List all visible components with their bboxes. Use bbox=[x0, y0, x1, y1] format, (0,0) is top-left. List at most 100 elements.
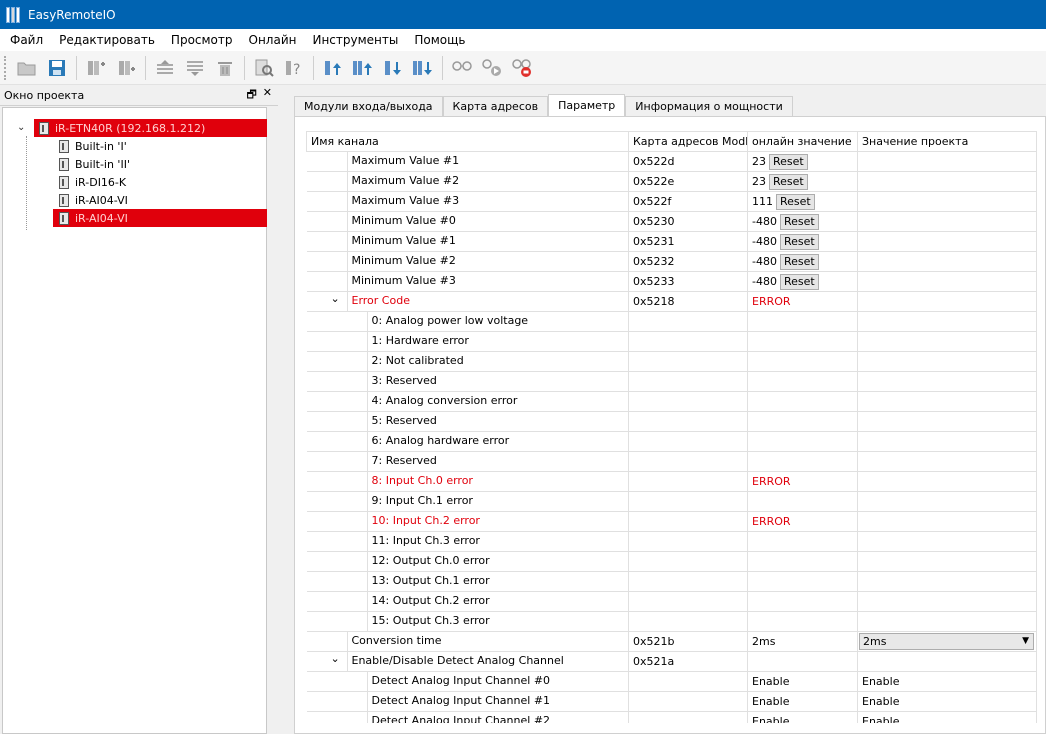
table-row[interactable]: 4: Analog conversion error bbox=[306, 391, 1037, 412]
save-icon[interactable] bbox=[44, 55, 70, 81]
table-row[interactable]: Detect Analog Input Channel #0 Enable Enab… bbox=[306, 671, 1037, 692]
table-row[interactable]: ⌄ Enable/Disable Detect Analog Channel 0x5… bbox=[306, 651, 1037, 672]
connect-icon[interactable] bbox=[449, 55, 475, 81]
table-row[interactable]: 10: Input Ch.2 error ERROR bbox=[306, 511, 1037, 532]
tab-address-map[interactable]: Карта адресов bbox=[442, 96, 549, 116]
unknown-device-icon[interactable]: ? bbox=[281, 55, 307, 81]
chevron-down-icon[interactable]: ⌄ bbox=[331, 652, 340, 666]
menu-tools[interactable]: Инструменты bbox=[304, 29, 406, 51]
table-row[interactable]: 6: Analog hardware error bbox=[306, 431, 1037, 452]
move-down-icon[interactable] bbox=[182, 55, 208, 81]
table-row[interactable]: Maximum Value #2 0x522e 23 Reset bbox=[306, 171, 1037, 192]
device-icon bbox=[59, 157, 69, 171]
table-row[interactable]: Maximum Value #1 0x522d 23 Reset bbox=[306, 151, 1037, 172]
table-row[interactable]: Minimum Value #1 0x5231 -480 Reset bbox=[306, 231, 1037, 252]
table-row[interactable]: 13: Output Ch.1 error bbox=[306, 571, 1037, 592]
open-folder-icon[interactable] bbox=[14, 55, 40, 81]
column-header-channel-name[interactable]: Имя канала bbox=[306, 131, 629, 152]
chevron-down-icon[interactable]: ⌄ bbox=[331, 292, 340, 306]
column-header-online-value[interactable]: онлайн значение bbox=[747, 131, 858, 152]
table-row[interactable]: 15: Output Ch.3 error bbox=[306, 611, 1037, 632]
channel-name-cell: 10: Input Ch.2 error bbox=[306, 511, 629, 532]
disconnect-icon[interactable] bbox=[509, 55, 535, 81]
modbus-address-cell bbox=[628, 431, 748, 452]
reset-button[interactable]: Reset bbox=[769, 173, 808, 190]
channel-name-label: 7: Reserved bbox=[366, 452, 628, 471]
table-row[interactable]: 1: Hardware error bbox=[306, 331, 1037, 352]
table-row[interactable]: Detect Analog Input Channel #2 Enable Enab… bbox=[306, 711, 1037, 723]
upload-icon[interactable] bbox=[320, 55, 346, 81]
parameter-grid: Имя канала Карта адресов Modbus онлайн з… bbox=[306, 131, 1040, 723]
project-value-cell[interactable]: 2ms ▼ bbox=[857, 631, 1037, 652]
insert-module-icon[interactable] bbox=[113, 55, 139, 81]
tree-node-builtin-2[interactable]: Built-in 'II' bbox=[56, 155, 267, 173]
table-row[interactable]: 12: Output Ch.0 error bbox=[306, 551, 1037, 572]
close-icon[interactable]: ✕ bbox=[263, 86, 272, 105]
channel-name-cell: 9: Input Ch.1 error bbox=[306, 491, 629, 512]
reset-button[interactable]: Reset bbox=[779, 233, 819, 250]
table-row[interactable]: Maximum Value #3 0x522f 111 Reset bbox=[306, 191, 1037, 212]
table-row[interactable]: ⌄ Error Code 0x5218 ERROR bbox=[306, 291, 1037, 312]
tree-node-ai04-1[interactable]: iR-AI04-VI bbox=[56, 191, 267, 209]
column-header-project-value[interactable]: Значение проекта bbox=[857, 131, 1037, 152]
table-row[interactable]: Minimum Value #3 0x5233 -480 Reset bbox=[306, 271, 1037, 292]
dropdown-arrow-icon[interactable]: ▼ bbox=[1022, 634, 1029, 649]
download-all-icon[interactable] bbox=[410, 55, 436, 81]
menu-file[interactable]: Файл bbox=[2, 29, 51, 51]
tree-node-builtin-1[interactable]: Built-in 'I' bbox=[56, 137, 267, 155]
table-row[interactable]: Detect Analog Input Channel #1 Enable Enab… bbox=[306, 691, 1037, 712]
channel-name-label: Minimum Value #3 bbox=[346, 272, 628, 291]
table-row[interactable]: 14: Output Ch.2 error bbox=[306, 591, 1037, 612]
upload-all-icon[interactable] bbox=[350, 55, 376, 81]
table-row[interactable]: Conversion time 0x521b 2ms 2ms ▼ bbox=[306, 631, 1037, 652]
table-row[interactable]: Minimum Value #0 0x5230 -480 Reset bbox=[306, 211, 1037, 232]
download-icon[interactable] bbox=[380, 55, 406, 81]
reset-button[interactable]: Reset bbox=[779, 253, 819, 270]
move-up-icon[interactable] bbox=[152, 55, 178, 81]
column-header-modbus-address[interactable]: Карта адресов Modbus bbox=[628, 131, 748, 152]
tree-node-ai04-2[interactable]: iR-AI04-VI bbox=[53, 209, 267, 227]
search-config-icon[interactable] bbox=[251, 55, 277, 81]
channel-name-cell: Minimum Value #2 bbox=[306, 251, 629, 272]
tab-io-modules[interactable]: Модули входа/выхода bbox=[294, 96, 443, 116]
table-row[interactable]: 7: Reserved bbox=[306, 451, 1037, 472]
modbus-address-cell bbox=[628, 691, 748, 712]
chevron-down-icon[interactable]: ⌄ bbox=[17, 122, 25, 133]
channel-name-label: Minimum Value #2 bbox=[346, 252, 628, 271]
delete-icon[interactable] bbox=[212, 55, 238, 81]
table-row[interactable]: 11: Input Ch.3 error bbox=[306, 531, 1037, 552]
tree-node-root[interactable]: iR-ETN40R (192.168.1.212) bbox=[34, 119, 267, 137]
table-row[interactable]: 2: Not calibrated bbox=[306, 351, 1037, 372]
menu-help[interactable]: Помощь bbox=[406, 29, 473, 51]
reset-button[interactable]: Reset bbox=[776, 193, 815, 210]
table-row[interactable]: 9: Input Ch.1 error bbox=[306, 491, 1037, 512]
reset-button[interactable]: Reset bbox=[769, 153, 808, 170]
channel-name-cell: Maximum Value #3 bbox=[306, 191, 629, 212]
tab-parameter[interactable]: Параметр bbox=[548, 94, 626, 116]
menu-view[interactable]: Просмотр bbox=[163, 29, 241, 51]
online-value-cell bbox=[747, 331, 858, 352]
menu-edit[interactable]: Редактировать bbox=[51, 29, 163, 51]
table-row[interactable]: 0: Analog power low voltage bbox=[306, 311, 1037, 332]
reset-button[interactable]: Reset bbox=[779, 273, 819, 290]
table-row[interactable]: Minimum Value #2 0x5232 -480 Reset bbox=[306, 251, 1037, 272]
tree-node-di16[interactable]: iR-DI16-K bbox=[56, 173, 267, 191]
project-value-cell bbox=[857, 471, 1037, 492]
tab-power-info[interactable]: Информация о мощности bbox=[625, 96, 793, 116]
float-window-icon[interactable]: 🗗 bbox=[246, 86, 256, 105]
modbus-address-cell bbox=[628, 551, 748, 572]
table-row[interactable]: 5: Reserved bbox=[306, 411, 1037, 432]
toolbar-grip[interactable] bbox=[4, 55, 8, 80]
table-row[interactable]: 3: Reserved bbox=[306, 371, 1037, 392]
modbus-address-cell bbox=[628, 531, 748, 552]
conversion-time-select[interactable]: 2ms ▼ bbox=[859, 633, 1034, 650]
add-module-icon[interactable] bbox=[83, 55, 109, 81]
modbus-address-cell: 0x5218 bbox=[628, 291, 748, 312]
table-row[interactable]: 8: Input Ch.0 error ERROR bbox=[306, 471, 1037, 492]
modbus-address-cell bbox=[628, 371, 748, 392]
modbus-address-cell: 0x521b bbox=[628, 631, 748, 652]
menu-online[interactable]: Онлайн bbox=[241, 29, 305, 51]
reset-button[interactable]: Reset bbox=[779, 213, 819, 230]
connect-start-icon[interactable] bbox=[479, 55, 505, 81]
project-value-cell bbox=[857, 311, 1037, 332]
